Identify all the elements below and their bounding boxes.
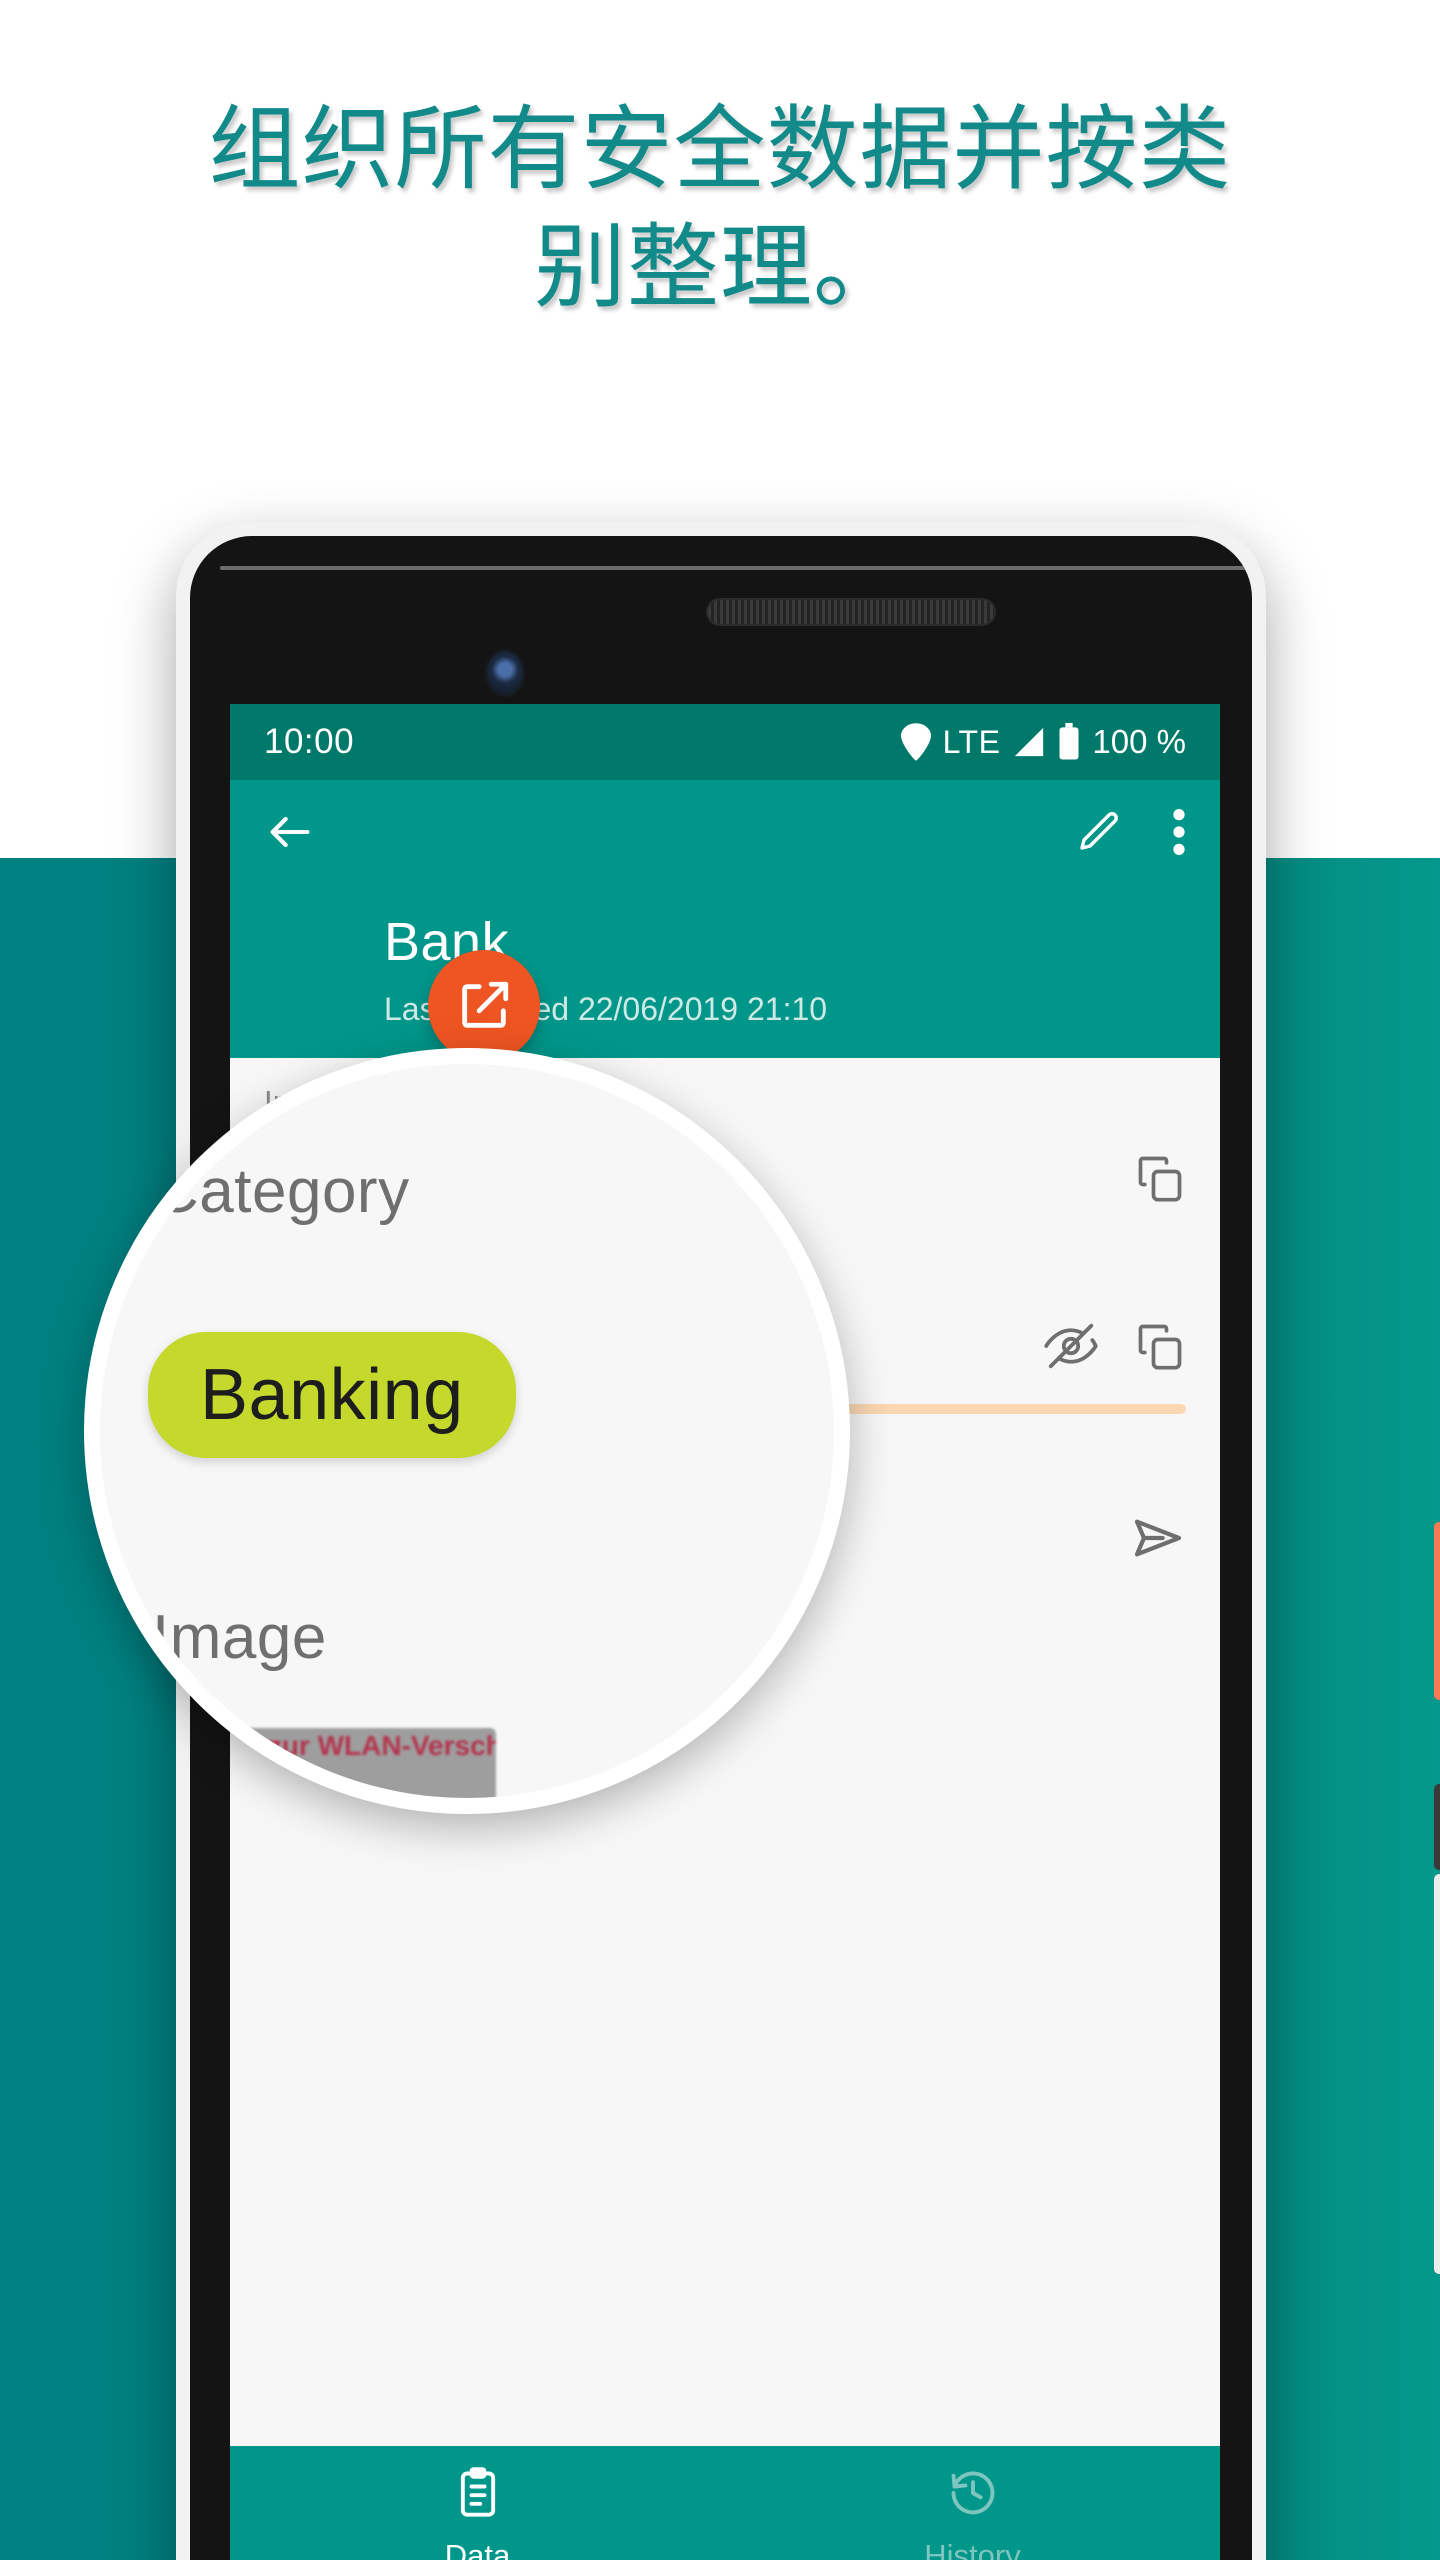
category-chip[interactable]: Banking: [148, 1332, 516, 1458]
pencil-icon[interactable]: [1074, 808, 1122, 861]
history-clock-icon: [947, 2467, 999, 2524]
field-password-actions: [1044, 1319, 1186, 1378]
nav-item-history[interactable]: History: [725, 2467, 1220, 2560]
magnified-image-label: Image: [152, 1603, 327, 1672]
copy-icon[interactable]: [1134, 1152, 1186, 1209]
page-title: 组织所有安全数据并按类 别整理。: [208, 99, 1232, 319]
earpiece-speaker-grille: [706, 598, 996, 626]
magnified-category-label: Category: [154, 1157, 410, 1226]
nav-item-data-label: Data: [444, 2537, 511, 2560]
status-bar: 10:00 LTE 100 %: [230, 704, 1220, 780]
volume-button-lower[interactable]: [1434, 1874, 1440, 2274]
overflow-menu-icon[interactable]: [1172, 806, 1186, 863]
magnifier-content: Category Banking Image re Daten zur WLAN…: [100, 1064, 834, 1798]
status-bar-battery-label: 100 %: [1092, 723, 1186, 760]
status-bar-icons: LTE 100 %: [900, 723, 1186, 761]
magnifier-zoom-circle: Category Banking Image re Daten zur WLAN…: [84, 1048, 850, 1814]
status-bar-time: 10:00: [264, 722, 355, 761]
app-bar: Bank Last updated 22/06/2019 21:10: [230, 780, 1220, 1062]
field-image-actions: [1134, 1152, 1186, 1209]
eye-off-icon[interactable]: [1044, 1319, 1098, 1378]
volume-button[interactable]: [1434, 1784, 1440, 1870]
category-chip-label: Banking: [200, 1355, 464, 1435]
clipboard-icon: [452, 2466, 504, 2524]
status-bar-network-label: LTE: [942, 723, 1001, 760]
magnified-thumbnail-text: re Daten zur WLAN-Verschlü: [156, 1730, 496, 1761]
location-icon: [900, 723, 931, 761]
back-arrow-icon[interactable]: [264, 806, 316, 863]
power-button[interactable]: [1434, 1522, 1440, 1700]
signal-icon: [1012, 725, 1046, 759]
battery-icon: [1058, 723, 1080, 761]
send-arrow-icon[interactable]: [1130, 1510, 1186, 1571]
nav-item-history-label: History: [924, 2537, 1021, 2560]
copy-icon[interactable]: [1134, 1320, 1186, 1377]
open-external-icon[interactable]: [428, 950, 540, 1062]
app-bar-actions: [264, 806, 1186, 863]
phone-bezel-line: [220, 566, 1250, 570]
nav-item-data[interactable]: Data: [230, 2466, 725, 2560]
bottom-navigation-bar: Data History: [230, 2446, 1220, 2560]
field-website-actions: [1130, 1510, 1186, 1571]
front-camera-icon: [488, 652, 522, 694]
app-bar-right-actions: [1074, 806, 1186, 863]
